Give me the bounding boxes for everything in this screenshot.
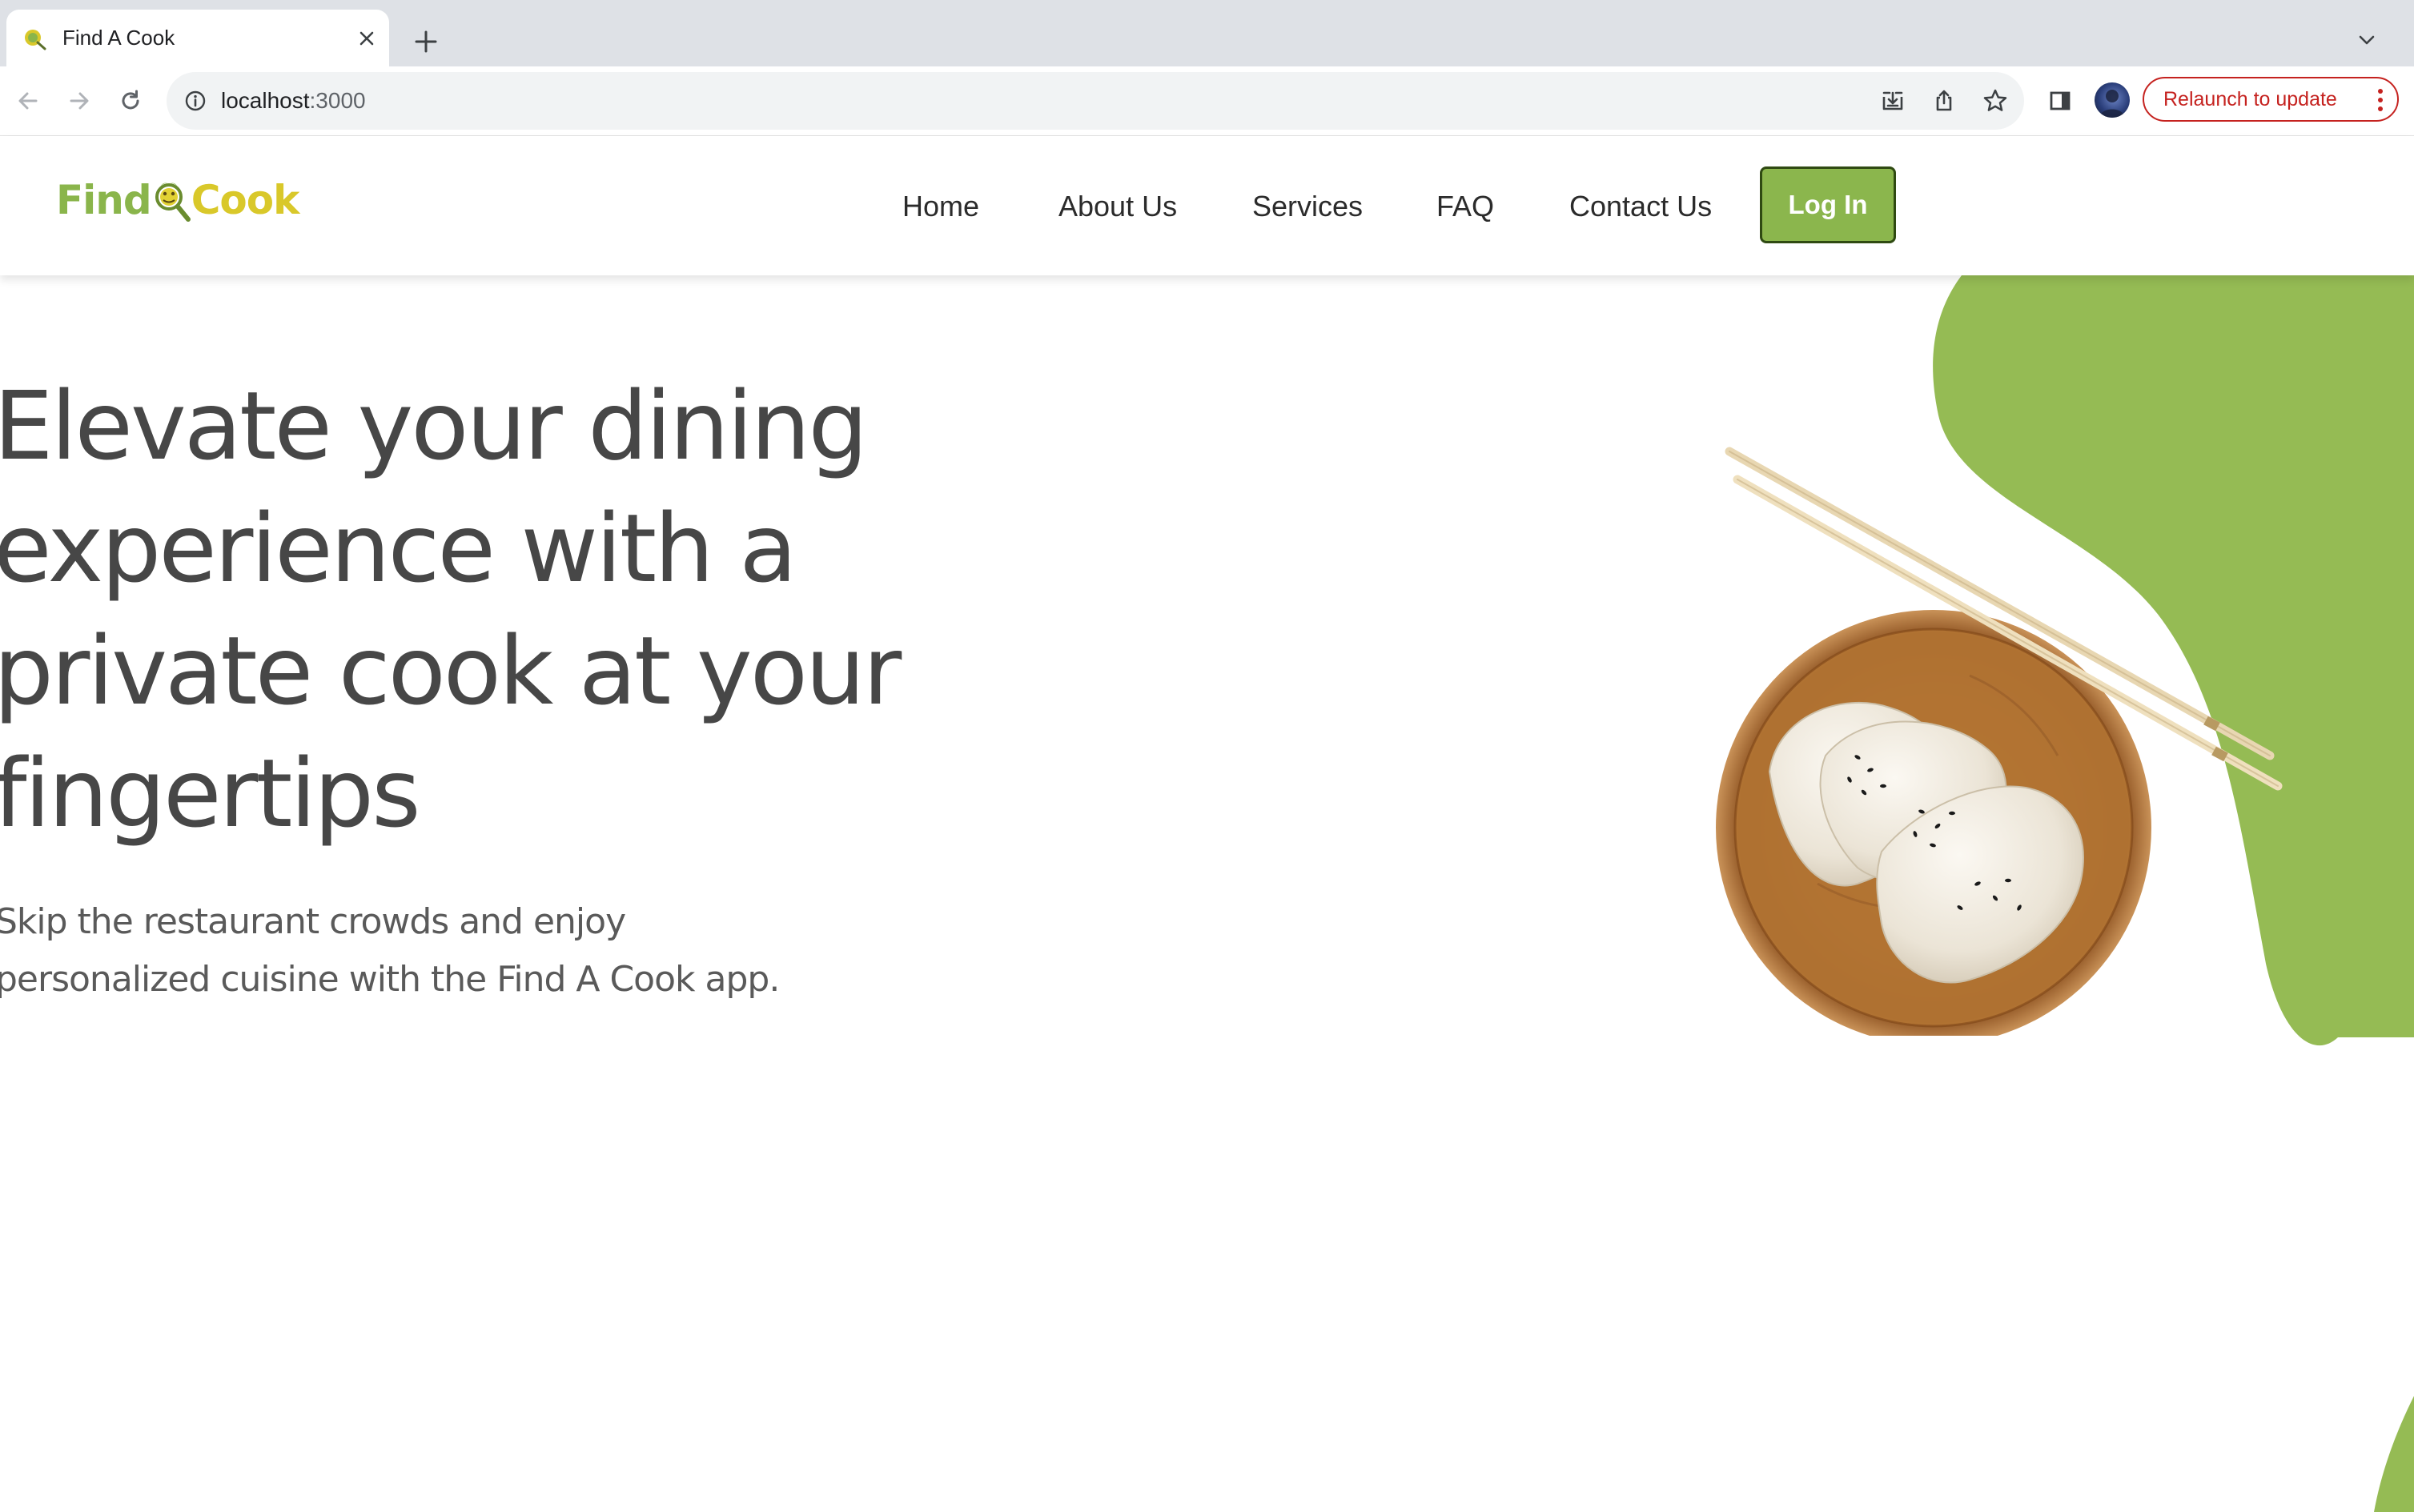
browser-tabstrip: Find A Cook <box>0 0 2414 66</box>
close-icon[interactable] <box>352 24 381 53</box>
nav-faq[interactable]: FAQ <box>1436 189 1494 224</box>
hero-title-line: private cook at your <box>0 616 902 726</box>
hero-title-line: fingertips <box>0 738 421 848</box>
arrow-right-icon[interactable] <box>61 82 98 119</box>
relaunch-label: Relaunch to update <box>2163 88 2337 110</box>
hero-title-line: experience with a <box>0 493 797 604</box>
hero-title: Elevate your dining experience with a pr… <box>0 365 906 855</box>
nav-services[interactable]: Services <box>1252 189 1363 224</box>
nav-contact-us[interactable]: Contact Us <box>1569 189 1712 224</box>
site-logo[interactable]: Find Cook <box>56 176 299 224</box>
url-port: :3000 <box>309 88 366 113</box>
dumplings-dish-image <box>1716 447 2283 1036</box>
address-bar[interactable]: localhost:3000 <box>167 72 2024 130</box>
login-label: Log In <box>1788 190 1868 219</box>
site-header: Find Cook Home About Us Services FAQ Con… <box>0 136 2414 275</box>
relaunch-button[interactable]: Relaunch to update <box>2143 77 2399 122</box>
url-host: localhost <box>221 88 310 113</box>
logo-text-find: Find <box>56 177 152 223</box>
avatar[interactable] <box>2095 82 2130 118</box>
nav-home[interactable]: Home <box>902 189 979 224</box>
hero-subtitle-line: Skip the restaurant crowds and enjoy <box>0 901 626 942</box>
login-button[interactable]: Log In <box>1760 166 1896 243</box>
chevron-down-icon[interactable] <box>2349 22 2384 58</box>
nav-about-us[interactable]: About Us <box>1058 189 1177 224</box>
star-icon[interactable] <box>1979 85 2011 117</box>
favicon-icon <box>25 30 46 50</box>
side-panel-icon[interactable] <box>2042 82 2079 119</box>
browser-toolbar: localhost:3000 Relaunch to update <box>0 66 2414 137</box>
magnifier-cook-icon <box>155 182 191 222</box>
more-menu-icon <box>2378 89 2383 111</box>
new-tab-icon[interactable] <box>408 24 444 59</box>
hero-title-line: Elevate your dining <box>0 371 868 481</box>
install-icon[interactable] <box>1877 85 1909 117</box>
hero-subtitle-line: personalized cuisine with the Find A Coo… <box>0 959 780 1000</box>
share-icon[interactable] <box>1928 85 1960 117</box>
arrow-left-icon[interactable] <box>10 82 46 119</box>
info-icon[interactable] <box>181 86 210 115</box>
hero-section: Elevate your dining experience with a pr… <box>0 275 2414 1512</box>
hero-subtitle: Skip the restaurant crowds and enjoy per… <box>0 893 780 1009</box>
reload-icon[interactable] <box>112 82 149 119</box>
logo-text-cook: Cook <box>191 177 300 223</box>
tab-title: Find A Cook <box>62 26 175 50</box>
browser-tab[interactable]: Find A Cook <box>6 10 389 66</box>
url-text: localhost:3000 <box>221 86 366 115</box>
